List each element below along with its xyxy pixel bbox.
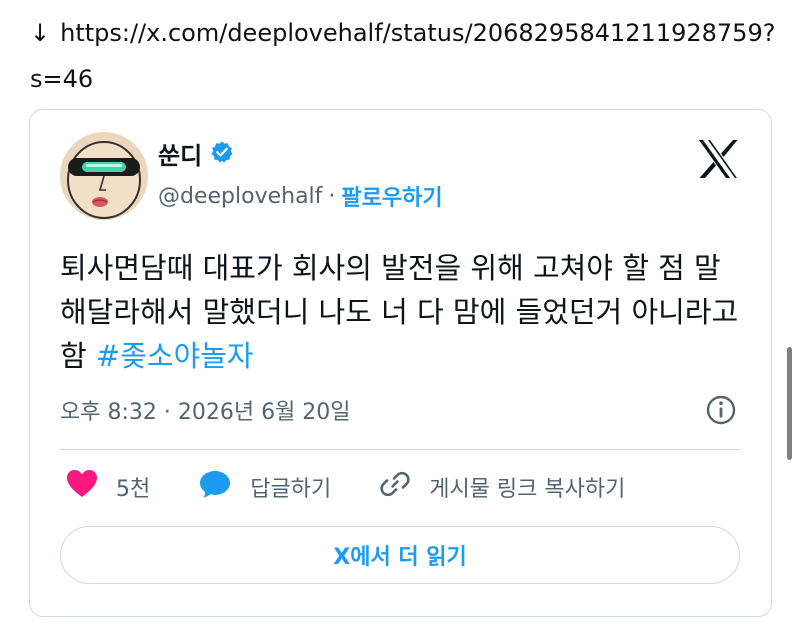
- like-count: 5천: [116, 477, 151, 502]
- download-arrow-icon: ↓: [30, 19, 51, 47]
- heart-icon: [66, 469, 98, 505]
- info-icon[interactable]: [705, 394, 737, 426]
- like-button[interactable]: 5천: [66, 469, 150, 505]
- reply-label: 답글하기: [250, 477, 332, 502]
- separator-dot: ·: [328, 183, 336, 209]
- tweet-text: 퇴사면담때 대표가 회사의 발전을 위해 고쳐야 할 점 말해달라해서 말했더니…: [60, 246, 740, 378]
- verified-badge-icon: [210, 140, 234, 168]
- handle-row: @deeplovehalf · 팔로우하기: [158, 180, 443, 212]
- tweet-timestamp[interactable]: 오후 8:32 · 2026년 6월 20일: [60, 394, 351, 426]
- avatar[interactable]: [60, 132, 148, 220]
- copy-link-button[interactable]: 게시물 링크 복사하기: [379, 468, 625, 506]
- shared-url[interactable]: ↓ https://x.com/deeplovehalf/status/20682…: [30, 10, 780, 102]
- reply-bubble-icon: [198, 469, 232, 505]
- tweet-embed-card[interactable]: 쑨디 @deeplovehalf · 팔로우하기 퇴사면담때 대표가 회사의 발…: [29, 109, 772, 617]
- action-bar: 5천 답글하기 게시물 링크 복사하기: [66, 468, 625, 506]
- scrollbar[interactable]: [787, 347, 792, 460]
- link-icon: [379, 468, 411, 506]
- copy-link-label: 게시물 링크 복사하기: [429, 477, 626, 502]
- name-row: 쑨디: [158, 136, 234, 171]
- avatar-illustration: [60, 132, 148, 220]
- read-more-button[interactable]: X에서 더 읽기: [60, 526, 740, 584]
- x-logo-icon[interactable]: [695, 136, 741, 182]
- hashtag-link[interactable]: #좆소야놀자: [96, 339, 254, 373]
- follow-link[interactable]: 팔로우하기: [341, 180, 442, 212]
- url-text[interactable]: https://x.com/deeplovehalf/status/206829…: [30, 19, 775, 93]
- divider: [60, 449, 741, 450]
- user-handle[interactable]: @deeplovehalf: [158, 184, 322, 209]
- display-name[interactable]: 쑨디: [158, 136, 202, 171]
- reply-button[interactable]: 답글하기: [198, 469, 331, 505]
